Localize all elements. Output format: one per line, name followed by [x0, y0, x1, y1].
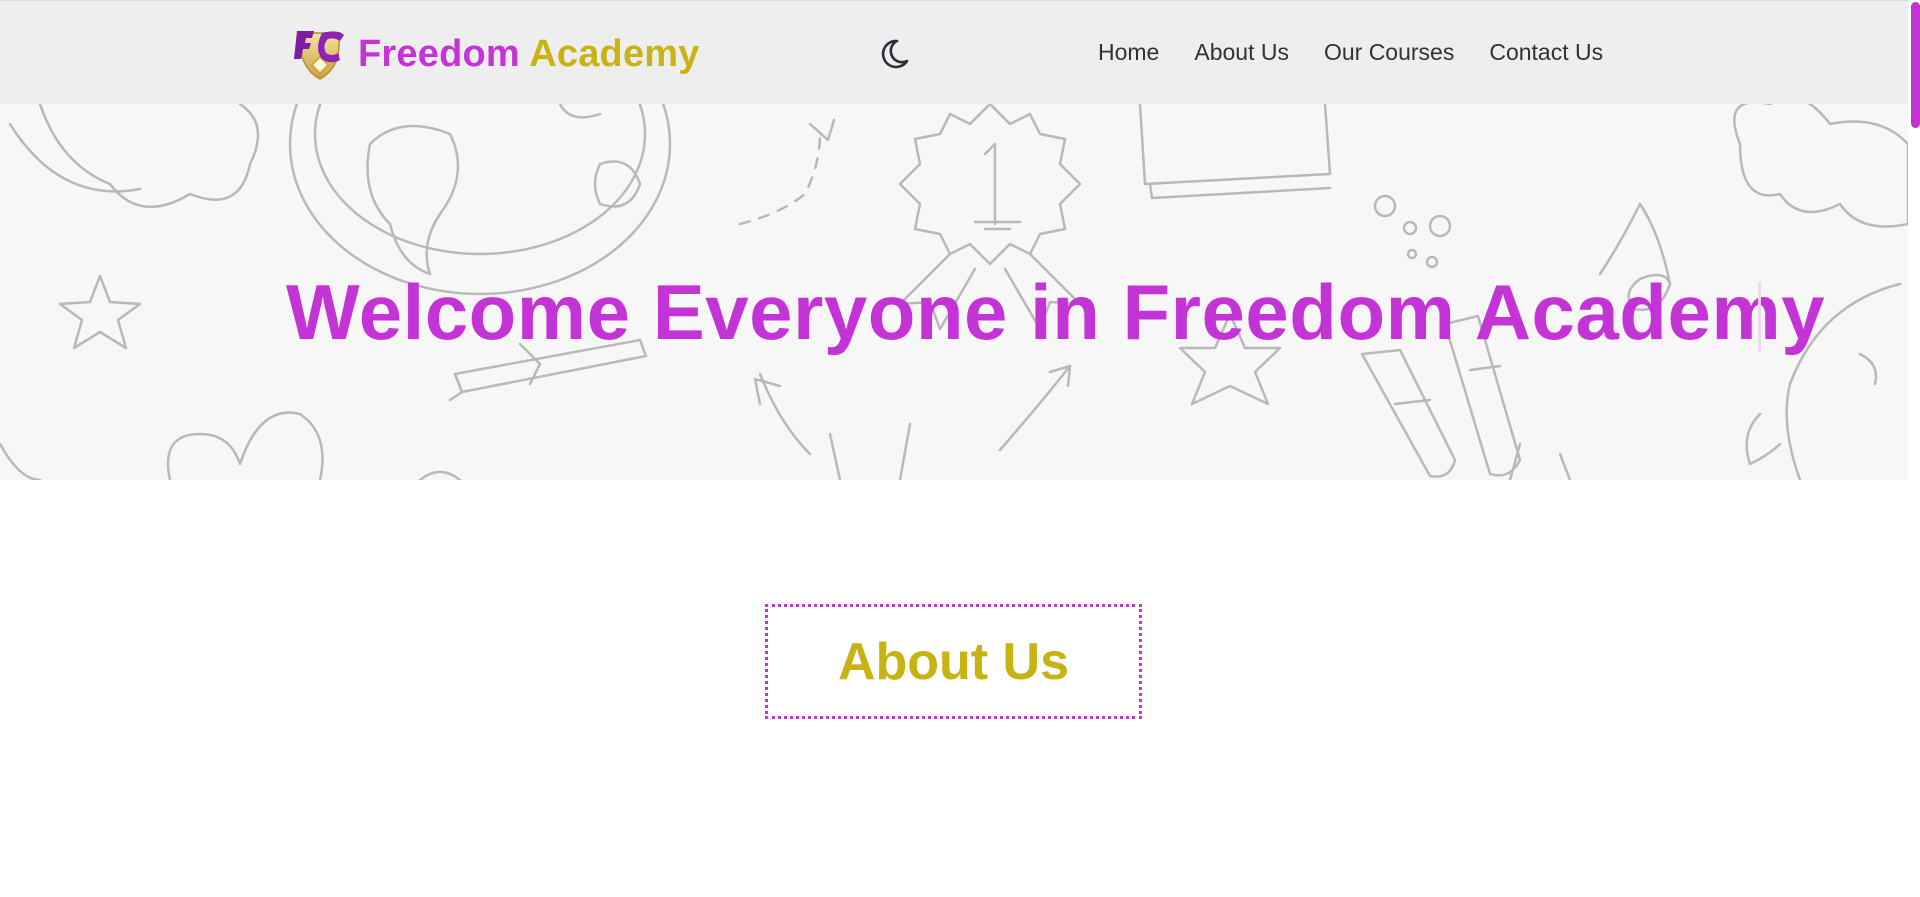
hero-title: Welcome Everyone in Freedom Academy	[286, 268, 1826, 356]
scrollbar-thumb[interactable]	[1911, 2, 1920, 128]
nav-link-contact-us[interactable]: Contact Us	[1489, 39, 1603, 66]
nav-link-our-courses[interactable]: Our Courses	[1324, 39, 1454, 66]
moon-icon[interactable]	[877, 37, 911, 71]
nav-link-home[interactable]: Home	[1098, 39, 1159, 66]
navbar: Freedom Academy Home About Us Our Course…	[0, 0, 1908, 104]
brand-link[interactable]: Freedom Academy	[292, 27, 700, 81]
main-nav: Home About Us Our Courses Contact Us	[1098, 39, 1603, 66]
brand-name: Freedom Academy	[358, 33, 700, 76]
page-scrollbar[interactable]	[1908, 0, 1920, 897]
about-title: About Us	[837, 632, 1070, 691]
page: Freedom Academy Home About Us Our Course…	[0, 0, 1920, 897]
academy-logo-icon	[294, 31, 344, 80]
typing-caret	[1758, 282, 1761, 352]
brand-name-part2: Academy	[529, 32, 700, 75]
hero-section: Welcome Everyone in Freedom Academy	[0, 104, 1908, 480]
about-heading-box: About Us	[765, 604, 1142, 719]
nav-link-about-us[interactable]: About Us	[1194, 39, 1289, 66]
brand-name-part1: Freedom	[358, 32, 520, 75]
